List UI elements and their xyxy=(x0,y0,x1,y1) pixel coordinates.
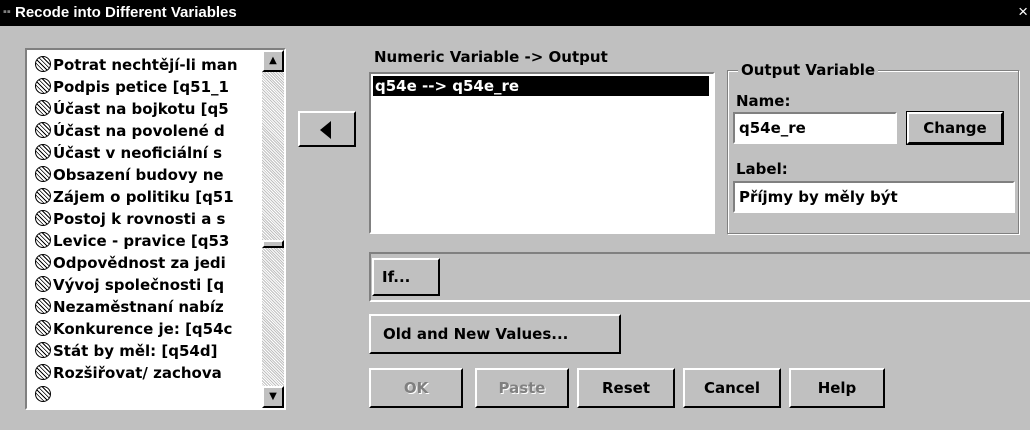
variable-item[interactable]: Stát by měl: [q54d] xyxy=(35,342,261,364)
if-button[interactable]: If... xyxy=(372,258,440,296)
numeric-variable-list[interactable]: q54e --> q54e_re xyxy=(369,72,715,234)
arrow-down-icon: ▼ xyxy=(269,391,277,402)
variable-item[interactable]: Účast na bojkotu [q5 xyxy=(35,100,261,122)
variable-item[interactable]: Postoj k rovnosti a s xyxy=(35,210,261,232)
variable-item[interactable]: Rozšiřovat/ zachova xyxy=(35,364,261,386)
scale-variable-icon xyxy=(35,56,51,72)
scale-variable-icon xyxy=(35,364,51,380)
source-variable-list[interactable]: Potrat nechtějí-li man Podpis petice [q5… xyxy=(25,48,286,410)
output-variable-legend: Output Variable xyxy=(738,61,879,79)
help-button[interactable]: Help xyxy=(789,368,885,408)
name-input[interactable]: q54e_re xyxy=(733,112,897,144)
variable-item[interactable]: Odpovědnost za jedi xyxy=(35,254,261,276)
variable-item[interactable]: Levice - pravice [q53 xyxy=(35,232,261,254)
old-and-new-values-button[interactable]: Old and New Values... xyxy=(369,314,621,354)
variable-item[interactable]: Podpis petice [q51_1 xyxy=(35,78,261,100)
paste-button[interactable]: Paste xyxy=(475,368,569,408)
scale-variable-icon xyxy=(35,254,51,270)
variable-item[interactable]: Účast v neoficiální s xyxy=(35,144,261,166)
arrow-left-icon xyxy=(320,121,331,139)
scale-variable-icon xyxy=(35,320,51,336)
list-item[interactable]: q54e --> q54e_re xyxy=(373,76,709,96)
numeric-variable-label: Numeric Variable -> Output xyxy=(374,48,608,66)
close-icon[interactable]: × xyxy=(1018,3,1028,21)
title-bar[interactable]: ▪▪ Recode into Different Variables × xyxy=(0,0,1030,26)
variable-item[interactable]: Nezaměstnaní nabíz xyxy=(35,298,261,320)
window-title: Recode into Different Variables xyxy=(15,4,237,21)
scroll-thumb[interactable] xyxy=(262,240,284,249)
scale-variable-icon xyxy=(35,122,51,138)
cancel-button[interactable]: Cancel xyxy=(683,368,781,408)
scale-variable-icon xyxy=(35,166,51,182)
vertical-scrollbar[interactable]: ▲ ▼ xyxy=(262,50,284,408)
variable-item[interactable]: Konkurence je: [q54c xyxy=(35,320,261,342)
change-button[interactable]: Change xyxy=(906,111,1004,145)
scroll-up-button[interactable]: ▲ xyxy=(262,50,284,72)
scale-variable-icon xyxy=(35,78,51,94)
scale-variable-icon xyxy=(35,188,51,204)
label-input[interactable]: Příjmy by měly být xyxy=(733,181,1015,213)
variable-item[interactable]: Potrat nechtějí-li man xyxy=(35,56,261,78)
variable-item[interactable]: Vývoj společnosti [q xyxy=(35,276,261,298)
scale-variable-icon xyxy=(35,276,51,292)
scale-variable-icon xyxy=(35,342,51,358)
variable-item[interactable]: Obsazení budovy ne xyxy=(35,166,261,188)
scale-variable-icon xyxy=(35,386,51,402)
scale-variable-icon xyxy=(35,232,51,248)
scale-variable-icon xyxy=(35,210,51,226)
scroll-down-button[interactable]: ▼ xyxy=(262,386,284,408)
if-frame xyxy=(369,252,1030,302)
recode-dialog: ▪▪ Recode into Different Variables × Pot… xyxy=(0,0,1030,430)
arrow-up-icon: ▲ xyxy=(269,55,277,66)
scale-variable-icon xyxy=(35,144,51,160)
scale-variable-icon xyxy=(35,100,51,116)
variable-item[interactable]: Zájem o politiku [q51 xyxy=(35,188,261,210)
reset-button[interactable]: Reset xyxy=(577,368,675,408)
label-label: Label: xyxy=(736,160,788,178)
move-variable-button[interactable] xyxy=(298,111,356,147)
variable-item[interactable] xyxy=(35,386,261,408)
name-label: Name: xyxy=(736,92,791,110)
scale-variable-icon xyxy=(35,298,51,314)
ok-button[interactable]: OK xyxy=(369,368,463,408)
variable-item[interactable]: Účast na povolené d xyxy=(35,122,261,144)
